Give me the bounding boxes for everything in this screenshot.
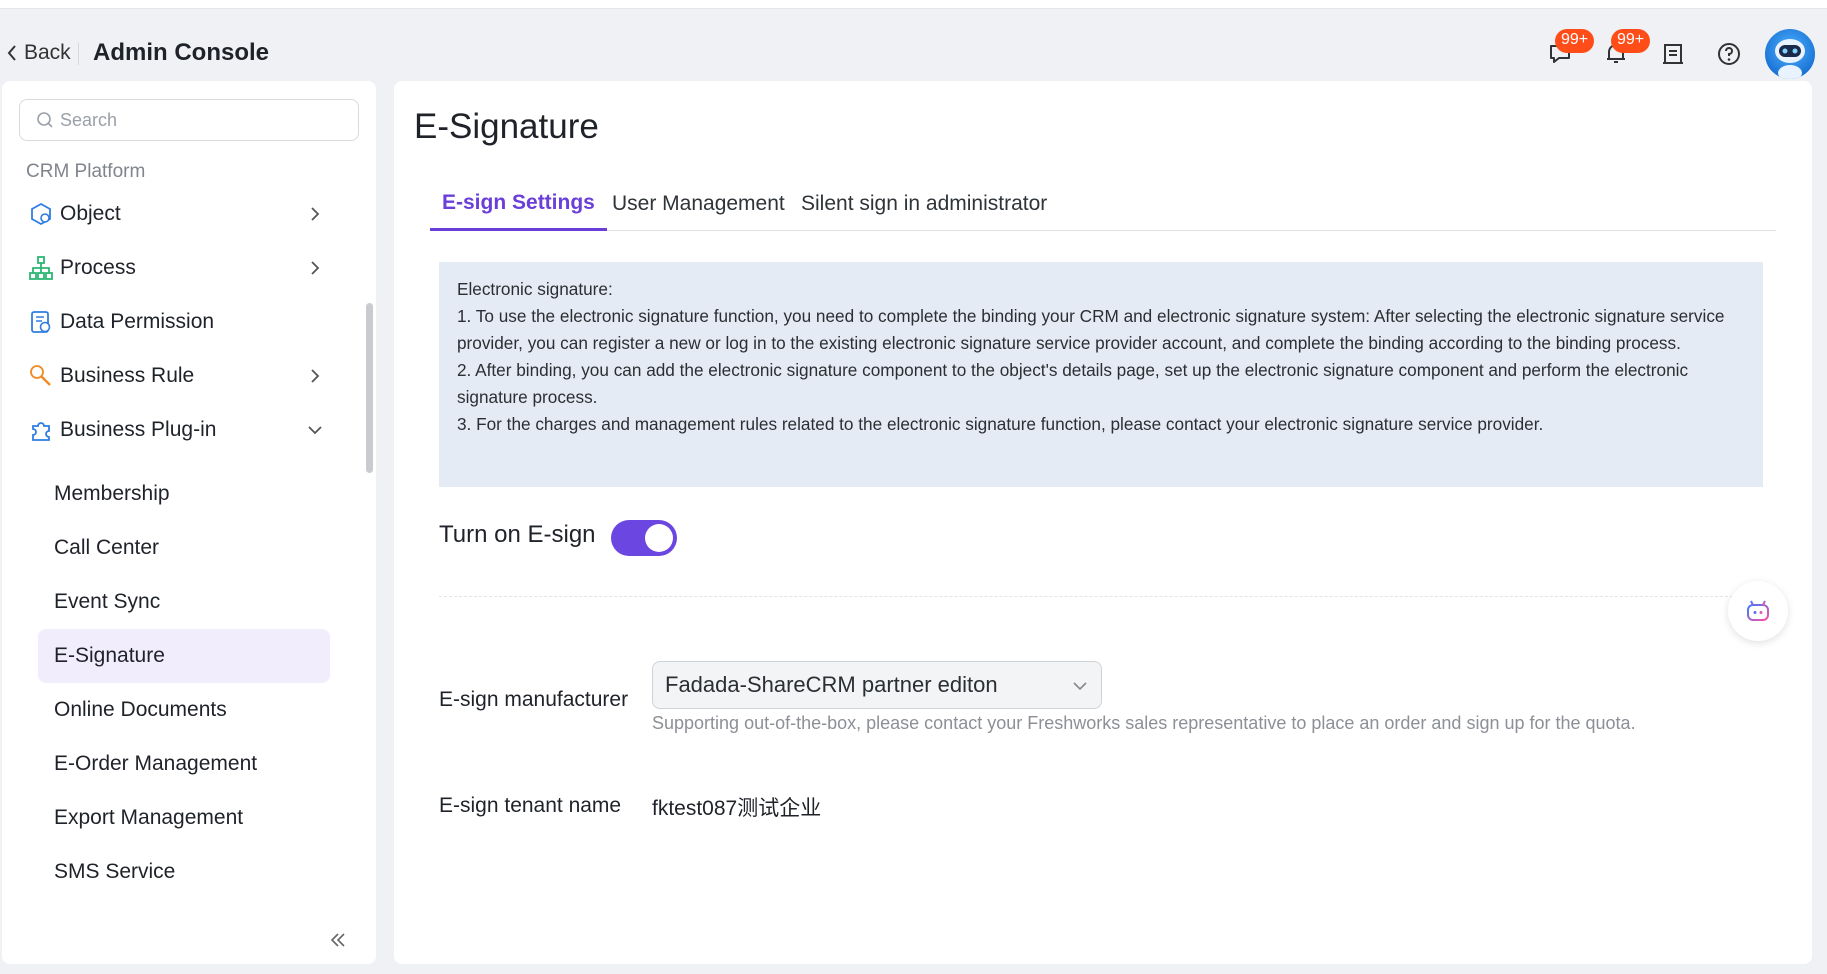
notice-line: 2. After binding, you can add the electr… [457, 360, 1689, 407]
chevron-right-icon [311, 261, 320, 275]
e-sign-toggle[interactable] [611, 520, 677, 556]
sidebar-scrollbar[interactable] [366, 303, 373, 473]
robot-avatar-icon [1775, 39, 1805, 79]
sidebar-item-business-rule[interactable]: Business Rule [28, 355, 338, 397]
notifications-button[interactable]: 99+ [1601, 29, 1651, 69]
sidebar-subitem-e-order-management[interactable]: E-Order Management [38, 737, 330, 791]
sidebar-item-object[interactable]: Object [28, 193, 338, 235]
sidebar-subitem-sms-service[interactable]: SMS Service [38, 845, 330, 899]
tasks-button[interactable] [1658, 39, 1688, 69]
object-icon [28, 201, 54, 227]
notice-heading: Electronic signature: [457, 279, 613, 299]
plugin-icon [28, 417, 54, 443]
messages-badge: 99+ [1555, 29, 1595, 53]
sidebar-item-label: Business Plug-in [60, 418, 217, 441]
notifications-badge: 99+ [1611, 29, 1651, 53]
section-label-crm-platform: CRM Platform [26, 161, 146, 182]
page-title: E-Signature [414, 107, 599, 146]
chevron-right-icon [311, 207, 320, 221]
back-label: Back [24, 41, 71, 64]
notice-line: 3. For the charges and management rules … [457, 414, 1544, 434]
toggle-knob [645, 524, 673, 552]
tenant-name-value: fktest087测试企业 [652, 797, 822, 820]
notice-line: 1. To use the electronic signature funct… [457, 306, 1725, 353]
manufacturer-hint: Supporting out-of-the-box, please contac… [652, 713, 1636, 733]
e-sign-toggle-label: Turn on E-sign [439, 521, 596, 548]
sidebar-item-process[interactable]: Process [28, 247, 338, 289]
sidebar-subitem-online-documents[interactable]: Online Documents [38, 683, 330, 737]
clipboard-icon [1663, 44, 1683, 64]
header-divider [78, 43, 79, 65]
help-button[interactable] [1714, 39, 1744, 69]
window-top-edge [0, 0, 1827, 9]
messages-button[interactable]: 99+ [1545, 29, 1595, 69]
top-header: Back Admin Console 99+ 99+ [0, 9, 1827, 81]
process-icon [28, 255, 54, 281]
main-panel: E-Signature E-sign Settings User Managem… [394, 81, 1812, 964]
tenant-name-label: E-sign tenant name [439, 794, 622, 817]
chevron-left-icon [7, 45, 16, 61]
manufacturer-select[interactable]: Fadada-ShareCRM partner editon [652, 661, 1102, 709]
sidebar-item-data-permission[interactable]: Data Permission [28, 301, 338, 343]
tab-user-management[interactable]: User Management [600, 177, 797, 231]
chevron-right-icon [311, 369, 320, 383]
help-icon [1718, 43, 1740, 65]
manufacturer-value: Fadada-ShareCRM partner editon [665, 672, 998, 697]
business-rule-icon [28, 363, 54, 389]
chevron-down-icon [1073, 682, 1087, 691]
data-permission-icon [28, 309, 54, 335]
sidebar-item-business-plugin[interactable]: Business Plug-in [28, 409, 338, 451]
sidebar-subitem-event-sync[interactable]: Event Sync [38, 575, 330, 629]
tab-silent-sign-in-administrator[interactable]: Silent sign in administrator [789, 177, 1059, 231]
assistant-button[interactable] [1728, 581, 1788, 641]
tab-e-sign-settings[interactable]: E-sign Settings [430, 177, 607, 231]
assistant-bot-icon [1747, 600, 1769, 621]
back-button[interactable]: Back [6, 41, 71, 65]
chevron-down-icon [308, 426, 322, 435]
manufacturer-label: E-sign manufacturer [439, 688, 629, 711]
tab-bar: E-sign Settings User Management Silent s… [430, 177, 1776, 231]
sidebar-item-label: Data Permission [60, 310, 215, 333]
app-title: Admin Console [93, 39, 270, 66]
search-icon [37, 112, 53, 128]
user-avatar[interactable] [1765, 29, 1815, 79]
sidebar-subitem-e-signature[interactable]: E-Signature [38, 629, 330, 683]
search-box[interactable] [19, 99, 359, 141]
section-divider [439, 596, 1763, 597]
search-input[interactable] [60, 109, 340, 131]
sidebar-item-label: Business Rule [60, 364, 195, 387]
collapse-sidebar-icon[interactable] [327, 929, 349, 951]
sidebar-subitem-export-management[interactable]: Export Management [38, 791, 330, 845]
sidebar: CRM Platform Object Process Data Permiss… [2, 81, 376, 964]
sidebar-subitem-call-center[interactable]: Call Center [38, 521, 330, 575]
info-notice: Electronic signature: 1. To use the elec… [439, 262, 1763, 487]
sidebar-subitem-membership[interactable]: Membership [38, 467, 330, 521]
sidebar-item-label: Process [60, 256, 136, 279]
sidebar-item-label: Object [60, 202, 121, 225]
